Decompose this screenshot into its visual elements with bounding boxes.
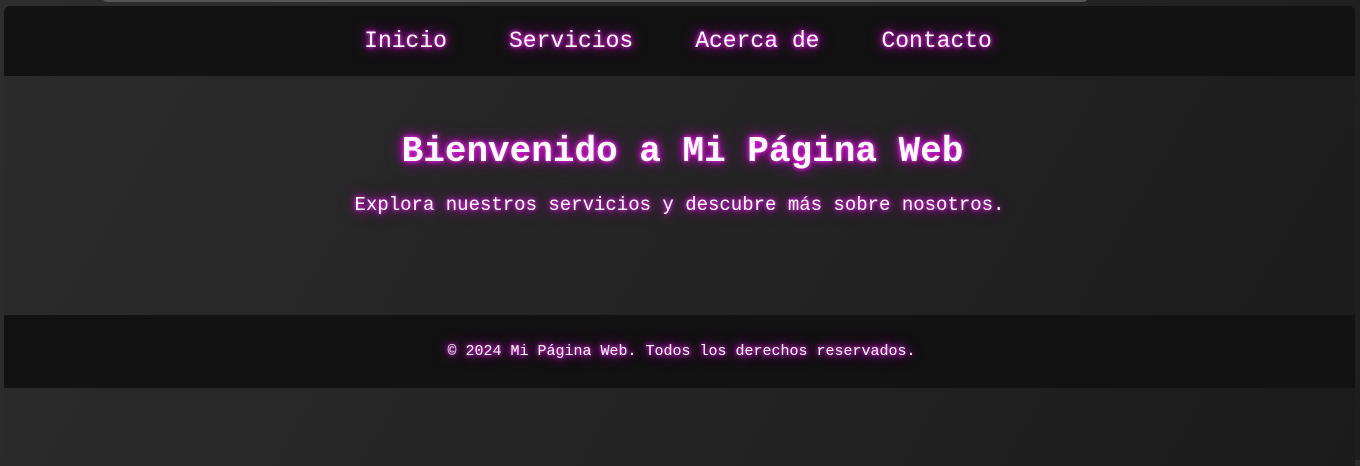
hero-section: Bienvenido a Mi Página Web Explora nuest… [4,76,1355,315]
nav-link-contacto[interactable]: Contacto [881,29,991,53]
nav-link-acerca-de[interactable]: Acerca de [695,29,819,53]
page-footer: © 2024 Mi Página Web. Todos los derechos… [4,315,1355,388]
page-title: Bienvenido a Mi Página Web [401,131,964,172]
browser-toolbar-edge [100,0,1090,2]
footer-copyright: © 2024 Mi Página Web. Todos los derechos… [447,343,916,360]
browser-viewport: Inicio Servicios Acerca de Contacto Bien… [0,0,1360,466]
hero-subtitle: Explora nuestros servicios y descubre má… [354,194,1005,216]
web-page: Inicio Servicios Acerca de Contacto Bien… [4,6,1355,466]
nav-link-inicio[interactable]: Inicio [364,29,447,53]
nav-link-servicios[interactable]: Servicios [509,29,633,53]
main-navigation: Inicio Servicios Acerca de Contacto [4,6,1355,76]
